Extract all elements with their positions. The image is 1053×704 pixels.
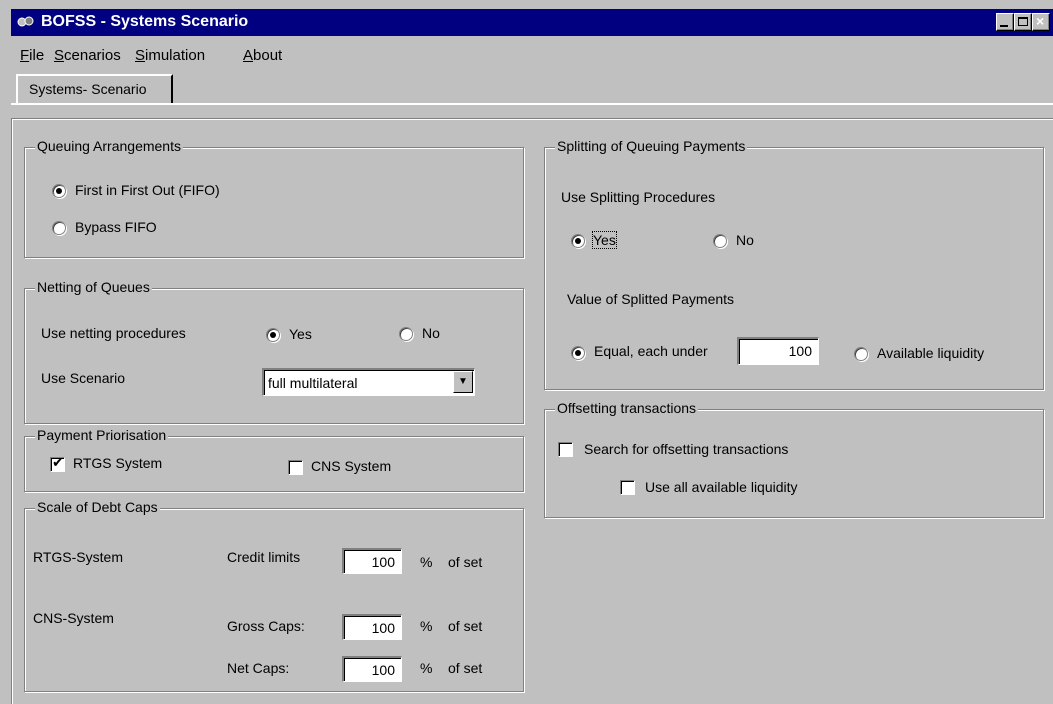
rtgs-label[interactable]: RTGS System [73,455,162,471]
cns-checkbox[interactable] [288,460,303,475]
netting-yes-radio[interactable] [266,328,280,342]
splitted-value-label: Value of Splitted Payments [567,291,735,307]
splitting-yes-label[interactable]: Yes [592,231,617,249]
netting-caption: Netting of Queues [35,279,152,295]
close-button[interactable]: × [1032,13,1050,31]
gross-caps-field[interactable]: 100 [342,614,402,640]
available-liquidity-radio[interactable] [854,347,868,361]
dropdown-arrow-icon[interactable]: ▼ [453,371,473,393]
splitting-no-radio[interactable] [713,234,727,248]
scenario-select-value: full multilateral [268,375,358,391]
gross-of-set: of set [448,618,483,634]
search-offsetting-label[interactable]: Search for offsetting transactions [584,441,788,457]
netting-group: Netting of Queues [24,279,524,424]
menu-scenarios[interactable]: Scenarios [54,47,121,64]
debtcaps-caption: Scale of Debt Caps [35,499,160,515]
splitting-use-label: Use Splitting Procedures [561,189,716,205]
offsetting-caption: Offsetting transactions [555,400,699,416]
rtgs-checkbox[interactable] [50,455,65,472]
use-all-liquidity-checkbox[interactable] [620,480,635,495]
search-offsetting-checkbox[interactable] [558,442,573,457]
cns-system-label: CNS-System [33,610,114,626]
queuing-caption: Queuing Arrangements [35,138,183,154]
gross-caps-label: Gross Caps: [227,618,305,634]
bypass-fifo-label[interactable]: Bypass FIFO [75,219,157,235]
bypass-fifo-radio[interactable] [52,221,66,235]
splitting-caption: Splitting of Queuing Payments [555,138,748,154]
queuing-group: Queuing Arrangements [24,138,524,258]
credit-limits-label: Credit limits [227,549,301,565]
credit-pct: % [420,554,433,570]
priorisation-caption: Payment Priorisation [35,427,169,443]
use-scenario-label: Use Scenario [41,370,126,386]
net-caps-field[interactable]: 100 [342,656,402,682]
credit-of-set: of set [448,554,483,570]
tab-label: Systems- Scenario [29,81,147,97]
netting-use-label: Use netting procedures [41,325,186,341]
equal-label[interactable]: Equal, each under [594,343,708,359]
netting-no-label[interactable]: No [422,325,440,341]
maximize-button[interactable] [1014,13,1032,31]
netting-yes-label[interactable]: Yes [289,326,312,342]
splitting-no-label[interactable]: No [736,232,754,248]
menu-about[interactable]: About [243,47,282,64]
equal-value-field[interactable]: 100 [737,337,819,365]
net-caps-label: Net Caps: [227,660,290,676]
credit-limits-field[interactable]: 100 [342,548,402,574]
net-of-set: of set [448,660,483,676]
tab-systems-scenario[interactable]: Systems- Scenario [16,74,173,103]
gross-pct: % [420,618,433,634]
app-icon [17,16,34,27]
close-icon: × [1036,13,1045,29]
tab-divider [11,103,1053,105]
menu-file[interactable]: File [20,47,44,64]
splitting-yes-radio[interactable] [571,234,585,248]
menu-simulation[interactable]: Simulation [135,47,205,64]
equal-radio[interactable] [571,346,585,360]
net-pct: % [420,660,433,676]
minimize-icon [1000,25,1008,27]
minimize-button[interactable] [996,13,1014,31]
use-all-liquidity-label[interactable]: Use all available liquidity [645,479,798,495]
window-title: BOFSS - Systems Scenario [41,13,249,30]
offsetting-group: Offsetting transactions [544,400,1044,518]
fifo-label[interactable]: First in First Out (FIFO) [75,182,220,198]
title-bar[interactable]: BOFSS - Systems Scenario × [11,9,1053,36]
cns-label[interactable]: CNS System [311,458,391,474]
maximize-icon [1018,17,1028,26]
netting-no-radio[interactable] [399,327,413,341]
available-liquidity-label[interactable]: Available liquidity [877,345,984,361]
fifo-radio[interactable] [52,184,66,198]
rtgs-system-label: RTGS-System [33,549,123,565]
scenario-select[interactable]: full multilateral ▼ [262,368,475,396]
